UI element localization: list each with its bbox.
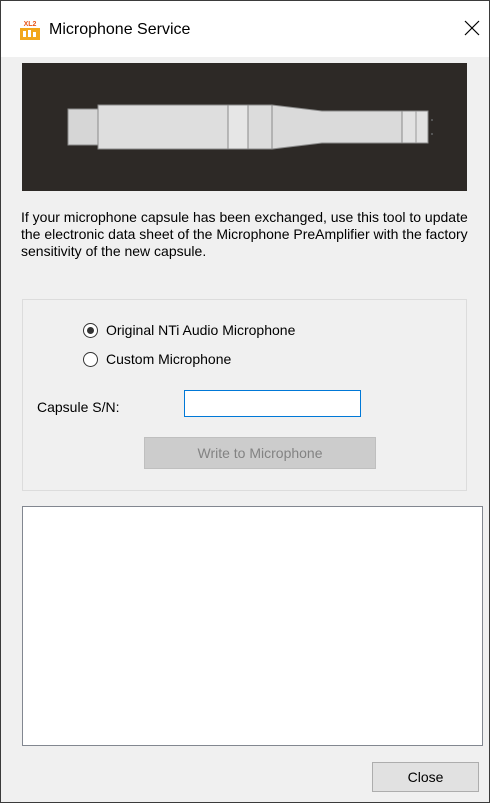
original-mic-label: Original NTi Audio Microphone [106, 322, 296, 338]
custom-mic-label: Custom Microphone [106, 351, 232, 367]
window-title: Microphone Service [49, 21, 191, 38]
microphone-service-window: XL2 Microphone Service If your microphon… [0, 0, 490, 803]
title-bar[interactable]: XL2 Microphone Service [1, 1, 489, 57]
svg-text:XL2: XL2 [24, 21, 37, 28]
custom-mic-option[interactable]: Custom Microphone [83, 351, 231, 367]
original-mic-radio[interactable] [83, 322, 98, 338]
microphone-image [22, 63, 467, 191]
capsule-sn-label: Capsule S/N: [37, 399, 120, 415]
write-to-microphone-button[interactable]: Write to Microphone [144, 437, 376, 469]
xl2-app-icon: XL2 [19, 19, 41, 41]
output-log-area[interactable] [22, 506, 483, 746]
description-text: If your microphone capsule has been exch… [21, 209, 468, 259]
close-icon[interactable] [463, 19, 481, 37]
original-mic-option[interactable]: Original NTi Audio Microphone [83, 322, 295, 338]
close-button[interactable]: Close [372, 762, 479, 792]
custom-mic-radio[interactable] [83, 351, 98, 367]
capsule-sn-input[interactable] [184, 390, 361, 417]
